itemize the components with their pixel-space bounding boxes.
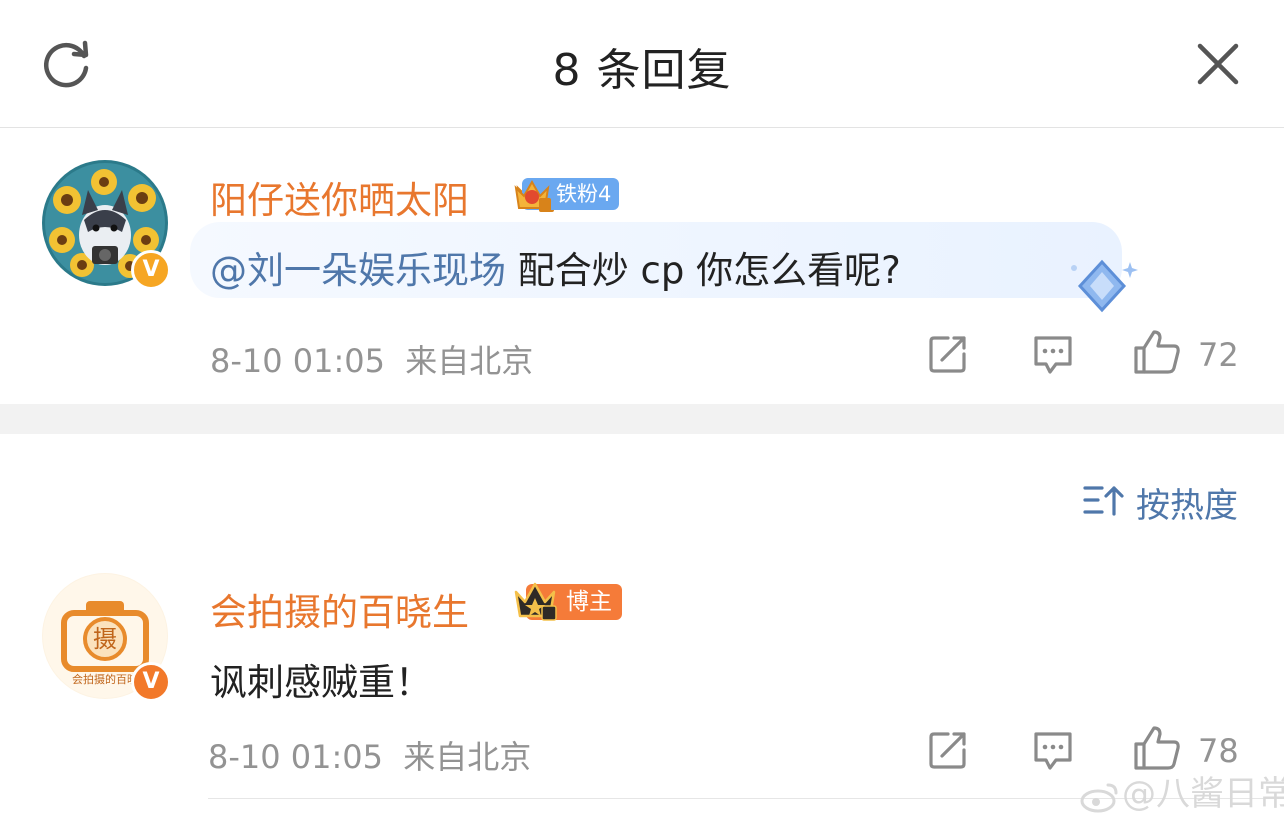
comment-body: 配合炒 cp 你怎么看呢?: [506, 249, 901, 292]
avatar-logo-text: 摄: [93, 625, 117, 653]
comment-text: @刘一朵娱乐现场 配合炒 cp 你怎么看呢?: [210, 240, 901, 294]
fan-crown-icon: [514, 179, 551, 212]
like-count: 72: [1198, 336, 1239, 374]
like-icon[interactable]: [1132, 328, 1182, 376]
watermark-text: @八酱日常: [1122, 774, 1284, 814]
verified-badge-icon: V: [131, 250, 171, 290]
username[interactable]: 阳仔送你晒太阳: [210, 170, 469, 224]
section-divider: [0, 404, 1284, 434]
sort-icon: [1083, 486, 1124, 516]
page-title: 8 条回复: [552, 45, 732, 96]
comment-date: 8-10 01:05: [210, 342, 386, 380]
username[interactable]: 会拍摄的百晓生: [210, 582, 469, 636]
watermark: @八酱日常: [1080, 766, 1284, 815]
comment-location: 来自北京: [405, 342, 534, 380]
header: 8 条回复: [0, 0, 1284, 128]
close-icon[interactable]: [1196, 42, 1240, 86]
comment-meta: 8-10 01:05 来自北京: [208, 732, 531, 778]
avatar-caption: 会拍摄的百晓: [72, 672, 138, 686]
mention-link[interactable]: @刘一朵娱乐现场: [210, 249, 506, 292]
blogger-crown-icon: [514, 582, 557, 621]
like-icon[interactable]: [1132, 724, 1182, 772]
weibo-logo-icon: [1080, 783, 1118, 812]
diamond-decoration-icon: [1071, 259, 1138, 313]
share-icon[interactable]: [926, 728, 970, 772]
comment-body: 讽刺感贼重！: [210, 661, 432, 704]
share-icon[interactable]: [926, 332, 970, 376]
like-count: 78: [1198, 732, 1239, 770]
comment-date: 8-10 01:05: [208, 738, 384, 776]
comment-icon[interactable]: [1030, 332, 1076, 378]
comment-location: 来自北京: [403, 738, 532, 776]
sort-label: 按热度: [1136, 486, 1238, 526]
comment-icon[interactable]: [1030, 728, 1076, 774]
verified-badge-icon: V: [131, 662, 171, 702]
comment-meta: 8-10 01:05 来自北京: [210, 336, 533, 382]
